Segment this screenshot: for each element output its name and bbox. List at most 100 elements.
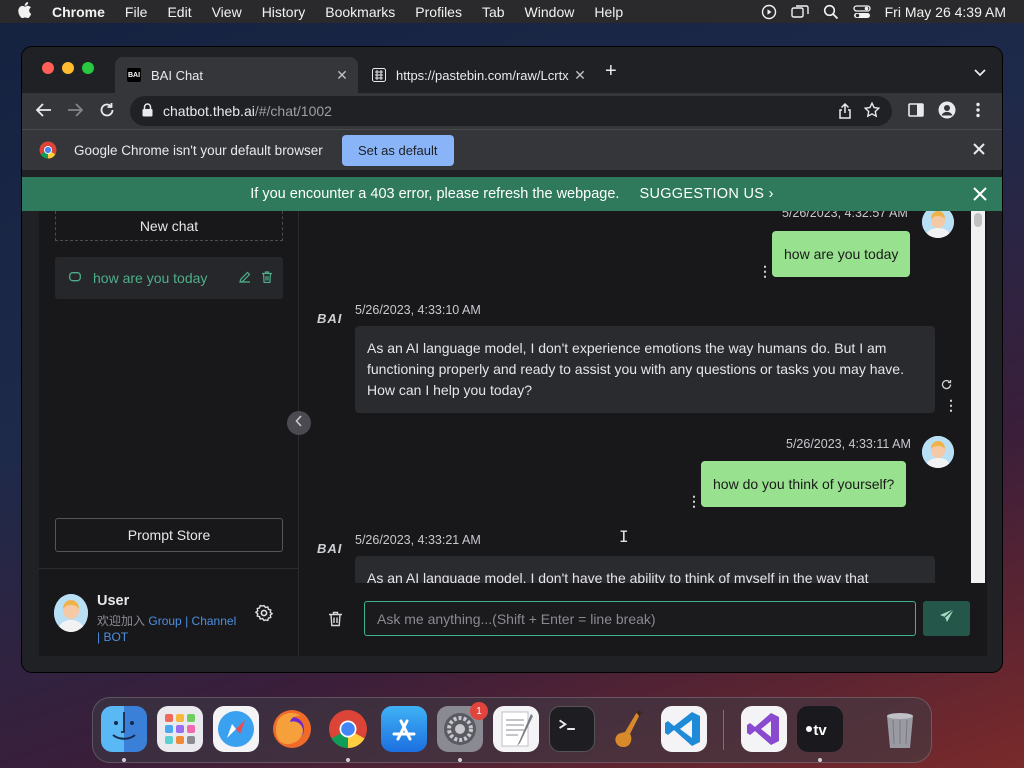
trash-icon[interactable] <box>877 706 923 752</box>
menu-history[interactable]: History <box>262 4 306 20</box>
safari-icon[interactable] <box>213 706 259 752</box>
group-link[interactable]: Group <box>148 614 181 628</box>
address-bar[interactable]: chatbot.theb.ai/#/chat/1002 <box>130 96 892 126</box>
chrome-menu-kebab-icon[interactable] <box>976 102 980 123</box>
edit-pencil-icon[interactable] <box>239 270 251 286</box>
vscode-icon[interactable] <box>661 706 707 752</box>
menu-bookmarks[interactable]: Bookmarks <box>325 4 395 20</box>
menu-edit[interactable]: Edit <box>167 4 191 20</box>
message-list: 5/26/2023, 4:32:57 AM how are you today … <box>300 211 970 583</box>
apple-menu-icon[interactable] <box>18 1 34 22</box>
browser-toolbar: chatbot.theb.ai/#/chat/1002 <box>22 93 1002 129</box>
tab-bai-chat[interactable]: BAI BAI Chat ✕ <box>115 57 358 93</box>
user-message-avatar <box>922 436 954 468</box>
sidebar-chat-item[interactable]: how are you today <box>55 257 283 299</box>
bot-link[interactable]: BOT <box>103 630 128 644</box>
window-minimize-button[interactable] <box>62 62 74 74</box>
new-chat-button[interactable]: New chat <box>55 211 283 241</box>
composer: Ask me anything...(Shift + Enter = line … <box>300 583 987 656</box>
bai-bot-logo: BAI <box>317 541 343 556</box>
notification-badge: 1 <box>470 702 488 720</box>
channel-link[interactable]: Channel <box>192 614 237 628</box>
message-scrollbar[interactable] <box>971 211 985 583</box>
spotlight-search-icon[interactable] <box>823 4 839 20</box>
message-options-kebab-icon[interactable]: ⋮ <box>687 494 701 508</box>
menu-help[interactable]: Help <box>594 4 623 20</box>
chrome-icon[interactable] <box>325 706 371 752</box>
tab-title: BAI Chat <box>151 67 204 83</box>
sidebar: New chat how are you today Prompt Store … <box>39 211 299 656</box>
user-panel: User 欢迎加入 Group | Channel | BOT <box>39 568 299 656</box>
garageband-icon[interactable] <box>605 706 651 752</box>
forward-arrow-icon[interactable] <box>67 102 84 123</box>
set-as-default-button[interactable]: Set as default <box>342 135 454 166</box>
message-timestamp: 5/26/2023, 4:33:10 AM <box>355 303 481 317</box>
delete-trash-icon[interactable] <box>261 270 273 286</box>
window-close-button[interactable] <box>42 62 54 74</box>
url-host: chatbot.theb.ai <box>163 103 255 119</box>
menu-app-name[interactable]: Chrome <box>52 4 105 20</box>
launchpad-icon[interactable] <box>157 706 203 752</box>
apple-tv-icon[interactable]: tv <box>797 706 843 752</box>
message-timestamp: 5/26/2023, 4:33:11 AM <box>786 437 911 451</box>
user-message-bubble: how do you think of yourself? <box>701 461 907 507</box>
clear-chat-trash-icon[interactable] <box>328 611 343 632</box>
chat-item-title: how are you today <box>93 270 208 286</box>
infobar-message: Google Chrome isn't your default browser <box>74 142 323 158</box>
play-icon[interactable] <box>761 4 777 20</box>
prompt-store-button[interactable]: Prompt Store <box>55 518 283 552</box>
firefox-icon[interactable] <box>269 706 315 752</box>
back-arrow-icon[interactable] <box>35 102 52 123</box>
tab-search-chevron-icon[interactable] <box>974 64 986 82</box>
window-zoom-button[interactable] <box>82 62 94 74</box>
menu-tab[interactable]: Tab <box>482 4 505 20</box>
terminal-icon[interactable] <box>549 706 595 752</box>
reload-icon[interactable] <box>99 102 115 123</box>
tab-close-icon[interactable]: ✕ <box>332 67 352 84</box>
message-options-kebab-icon[interactable]: ⋮ <box>758 264 772 278</box>
user-avatar[interactable] <box>54 594 88 632</box>
message-options-kebab-icon[interactable]: ⋮ <box>944 398 958 412</box>
window-stack-icon[interactable] <box>790 4 809 20</box>
textedit-icon[interactable] <box>493 706 539 752</box>
chat-message-input[interactable]: Ask me anything...(Shift + Enter = line … <box>364 601 916 636</box>
menubar-clock[interactable]: Fri May 26 4:39 AM <box>885 4 1006 20</box>
link-separator: | <box>97 630 101 644</box>
chrome-logo-icon <box>39 141 57 159</box>
scrollbar-thumb[interactable] <box>974 213 982 227</box>
finder-icon[interactable] <box>101 706 147 752</box>
running-indicator <box>818 758 822 762</box>
menu-profiles[interactable]: Profiles <box>415 4 462 20</box>
message-timestamp: 5/26/2023, 4:33:21 AM <box>355 533 481 547</box>
menu-file[interactable]: File <box>125 4 148 20</box>
tab-title: https://pastebin.com/raw/Lcrtx <box>396 67 569 83</box>
app-store-icon[interactable] <box>381 706 427 752</box>
lock-icon[interactable] <box>142 102 153 120</box>
menu-window[interactable]: Window <box>525 4 575 20</box>
pastebin-favicon-icon <box>372 68 386 82</box>
regenerate-icon[interactable] <box>941 377 952 395</box>
new-tab-plus-icon[interactable]: + <box>605 61 617 81</box>
side-panel-icon[interactable] <box>908 102 924 123</box>
profile-avatar-icon[interactable] <box>938 101 956 124</box>
visual-studio-icon[interactable] <box>741 706 787 752</box>
infobar-close-icon[interactable] <box>973 143 985 158</box>
chrome-window: BAI BAI Chat ✕ https://pastebin.com/raw/… <box>22 47 1002 672</box>
tab-strip: BAI BAI Chat ✕ https://pastebin.com/raw/… <box>22 47 1002 93</box>
bai-bot-logo: BAI <box>317 311 343 326</box>
share-icon[interactable] <box>838 102 852 122</box>
send-button[interactable] <box>923 601 970 636</box>
running-indicator <box>346 758 350 762</box>
tab-pastebin[interactable]: https://pastebin.com/raw/Lcrtx ✕ <box>360 57 596 93</box>
text-cursor-icon: I <box>619 527 629 546</box>
menu-view[interactable]: View <box>212 4 242 20</box>
dock-separator <box>723 710 724 750</box>
sidebar-collapse-button[interactable] <box>287 411 311 435</box>
bookmark-star-icon[interactable] <box>863 101 881 121</box>
notice-close-icon[interactable] <box>973 187 987 205</box>
suggestion-link[interactable]: SUGGESTION US › <box>639 186 773 202</box>
user-community-links: 欢迎加入 Group | Channel | BOT <box>97 613 247 645</box>
tab-close-icon[interactable]: ✕ <box>570 67 590 84</box>
control-center-icon[interactable] <box>852 4 871 20</box>
settings-gear-icon[interactable] <box>255 604 273 627</box>
